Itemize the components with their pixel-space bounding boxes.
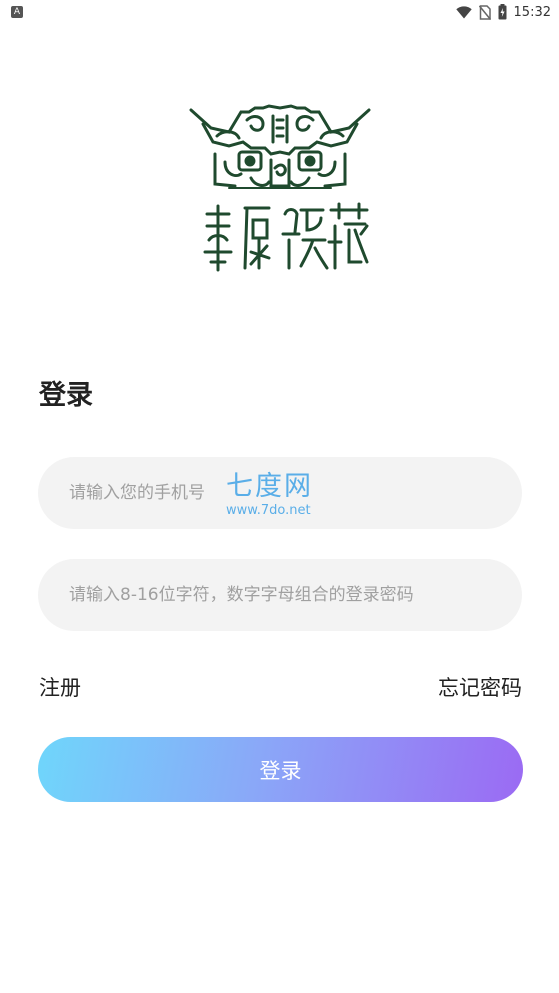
app-logo [189,104,371,272]
register-link[interactable]: 注册 [39,672,81,702]
status-icons: 15:32 [455,3,551,21]
notification-icon: A [11,6,23,18]
forgot-password-link[interactable]: 忘记密码 [438,672,522,702]
status-time: 15:32 [513,4,551,20]
phone-input[interactable] [38,457,522,529]
password-input[interactable] [38,559,522,631]
login-button[interactable]: 登录 [38,737,523,802]
login-title: 登录 [39,380,93,411]
no-sim-icon [478,4,491,20]
battery-charging-icon [498,4,507,20]
status-bar: A 15:32 [0,0,559,24]
wifi-icon [455,5,472,18]
